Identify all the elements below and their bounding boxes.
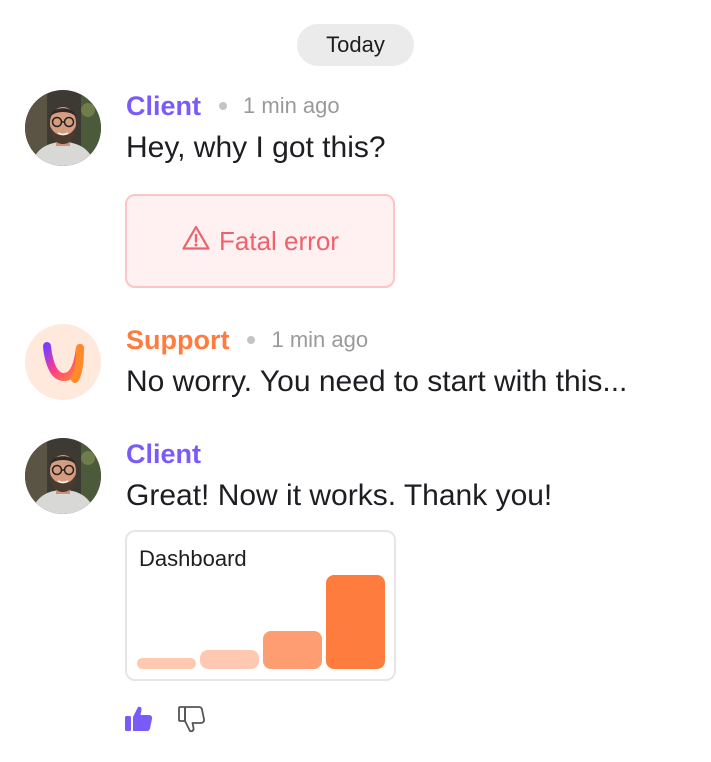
timestamp: 1 min ago [271,327,369,352]
error-label: Fatal error [219,225,339,256]
like-button[interactable] [122,704,156,738]
dashboard-bar [263,631,322,669]
message-meta: Support 1 min ago [126,323,368,357]
client-avatar[interactable] [25,90,101,166]
thumbs-up-icon [123,703,155,740]
message-text: Great! Now it works. Thank you! [126,479,553,512]
support-avatar[interactable] [25,324,101,400]
dashboard-attachment[interactable]: Dashboard [125,530,396,681]
message-text: No worry. You need to start with this... [126,365,628,398]
message-meta: Client 1 min ago [126,89,340,123]
support-logo-icon [43,342,84,383]
separator-dot [247,336,256,344]
message-meta: Client [126,437,201,471]
author-name[interactable]: Client [126,439,201,470]
thumbs-down-icon [176,703,208,740]
error-attachment[interactable]: Fatal error [125,194,395,288]
client-avatar[interactable] [25,438,101,514]
timestamp: 1 min ago [243,93,340,118]
author-name[interactable]: Client [126,91,201,122]
message-text: Hey, why I got this? [126,131,386,164]
dashboard-title: Dashboard [139,546,247,571]
dislike-button[interactable] [175,704,209,738]
dashboard-bar [326,575,385,669]
author-name[interactable]: Support [126,325,229,356]
date-separator: Today [297,24,414,66]
warning-triangle-icon [181,224,219,259]
dashboard-bar [200,650,259,669]
separator-dot [219,102,228,110]
dashboard-bar [137,658,196,669]
